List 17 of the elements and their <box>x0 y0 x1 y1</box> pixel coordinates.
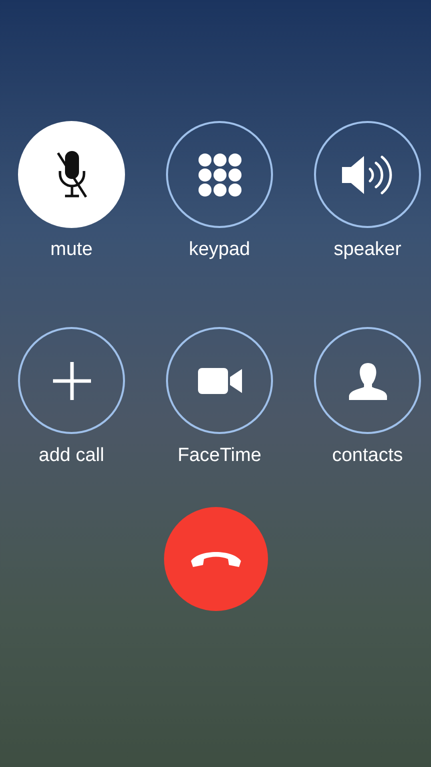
facetime-button[interactable] <box>166 327 273 434</box>
keypad-button[interactable] <box>166 121 273 228</box>
phone-handset-icon <box>188 549 242 569</box>
person-icon <box>348 360 388 400</box>
button-label: add call <box>38 444 104 468</box>
contacts-button[interactable] <box>314 327 421 434</box>
plus-icon <box>52 360 92 400</box>
button-label: keypad <box>188 238 250 262</box>
keypad-icon <box>198 152 242 196</box>
muted-microphone-icon <box>54 148 88 200</box>
add-call-button[interactable] <box>18 327 125 434</box>
speaker-button[interactable] <box>314 121 421 228</box>
button-label: FaceTime <box>178 444 262 468</box>
video-camera-icon <box>196 366 242 394</box>
button-label: speaker <box>334 238 402 262</box>
button-label: mute <box>50 238 93 262</box>
button-label: contacts <box>332 444 403 468</box>
